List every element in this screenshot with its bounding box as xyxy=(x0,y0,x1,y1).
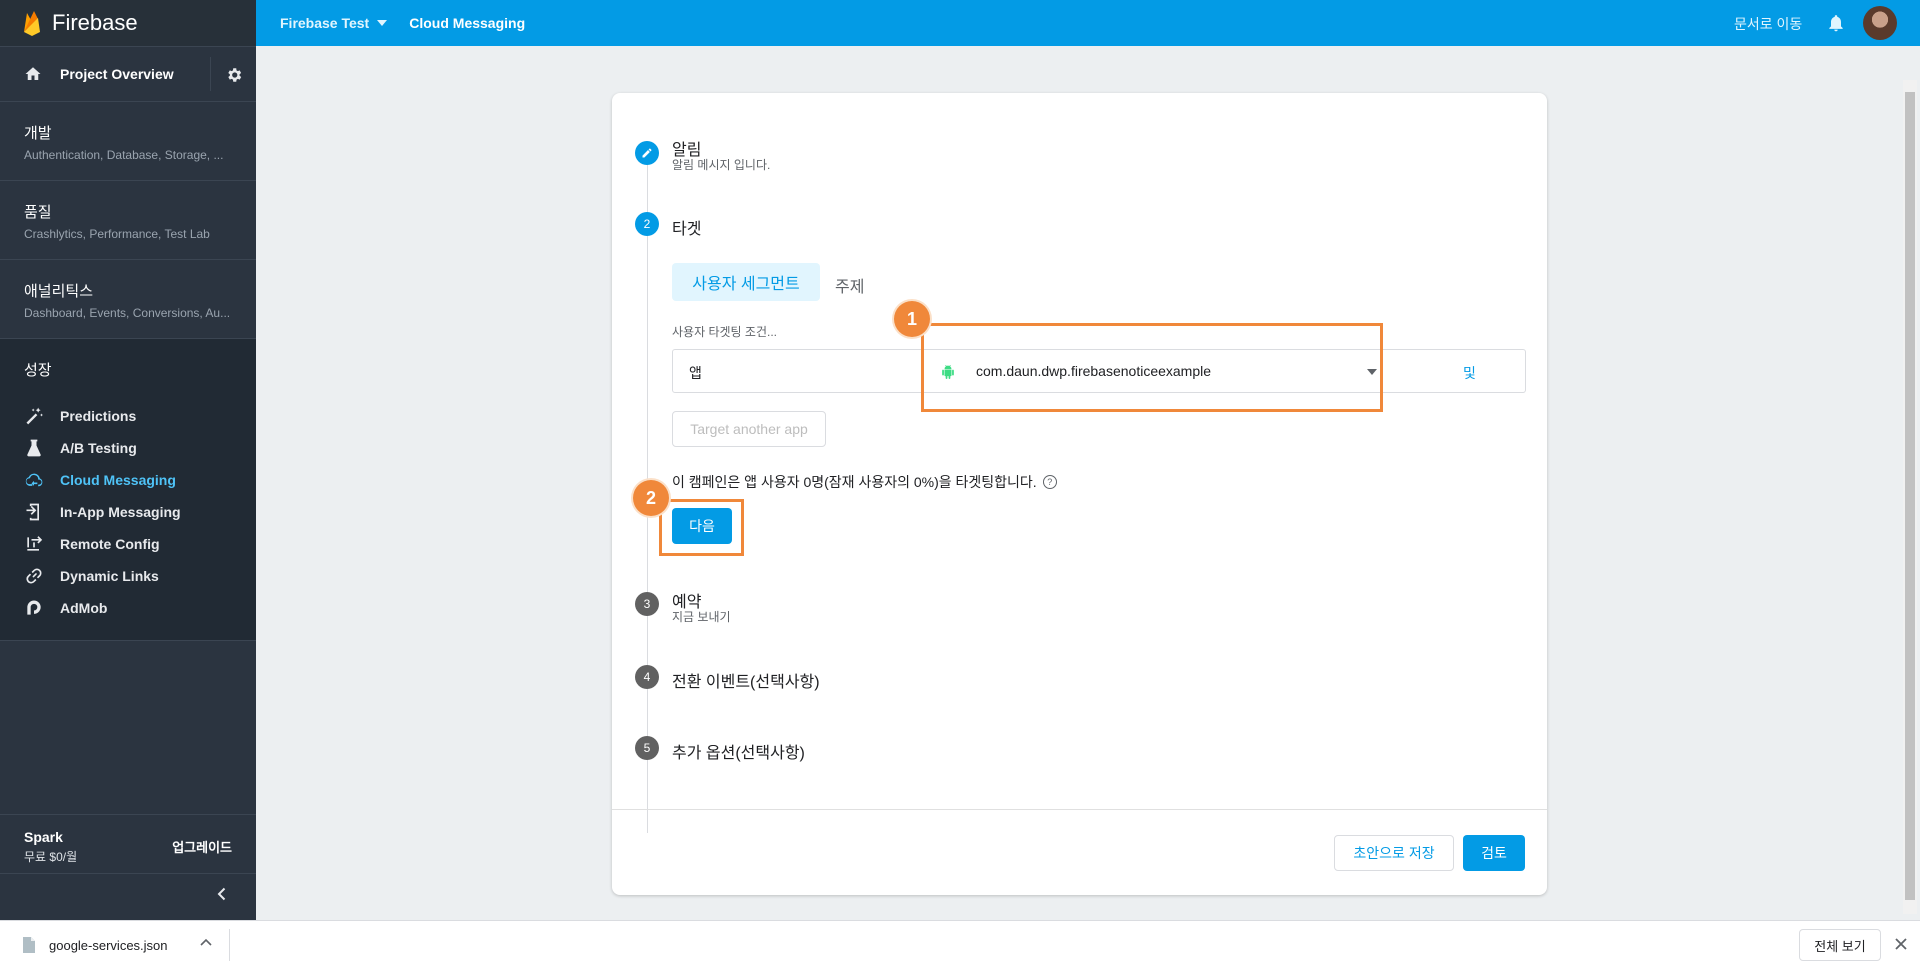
step-2-title: 타겟 xyxy=(672,221,702,238)
separator xyxy=(210,57,211,91)
project-name: Firebase Test xyxy=(280,15,370,31)
gear-icon[interactable] xyxy=(225,66,243,84)
page-title: Cloud Messaging xyxy=(409,15,526,31)
project-overview-label: Project Overview xyxy=(60,66,174,82)
save-draft-button[interactable]: 초안으로 저장 xyxy=(1334,835,1454,871)
sidebar-item-label: Remote Config xyxy=(60,536,160,552)
in-app-message-icon xyxy=(26,503,39,521)
chevron-left-icon[interactable] xyxy=(214,886,230,902)
step-3-number: 3 xyxy=(635,592,659,616)
sidebar-item-label: AdMob xyxy=(60,600,108,616)
avatar[interactable] xyxy=(1863,6,1897,40)
project-overview[interactable]: Project Overview xyxy=(0,46,256,102)
scrollbar-thumb[interactable] xyxy=(1905,92,1915,900)
highlight-app-select xyxy=(921,323,1383,412)
docs-link[interactable]: 문서로 이동 xyxy=(1734,14,1802,34)
annotation-badge-1: 1 xyxy=(894,301,930,337)
pencil-icon xyxy=(642,148,652,158)
help-icon[interactable]: ? xyxy=(1042,475,1057,489)
review-button[interactable]: 검토 xyxy=(1463,835,1525,871)
sidebar-item-label: Dynamic Links xyxy=(60,568,159,584)
targeting-condition-label: 사용자 타겟팅 조건... xyxy=(672,325,777,339)
bell-icon[interactable] xyxy=(1826,13,1846,33)
step-2-number: 2 xyxy=(635,212,659,236)
cloud-sync-icon xyxy=(25,473,43,487)
section-title: 개발 xyxy=(24,125,52,142)
page-scrollbar[interactable] xyxy=(1903,80,1917,914)
admob-icon xyxy=(27,600,41,615)
home-icon xyxy=(25,67,41,80)
sidebar-item-cloud-messaging[interactable]: Cloud Messaging xyxy=(0,464,256,496)
sidebar-item-admob[interactable]: AdMob xyxy=(0,592,256,624)
sidebar-item-ab-testing[interactable]: A/B Testing xyxy=(0,432,256,464)
section-subtitle: Dashboard, Events, Conversions, Au... xyxy=(24,306,231,320)
footer-divider xyxy=(612,809,1547,810)
sidebar-item-in-app-messaging[interactable]: In-App Messaging xyxy=(0,496,256,528)
sidebar-item-remote-config[interactable]: Remote Config xyxy=(0,528,256,560)
sidebar-item-label: Cloud Messaging xyxy=(60,472,176,488)
highlight-next-button xyxy=(659,499,744,556)
link-icon xyxy=(26,568,42,584)
campaign-reach-text: 이 캠페인은 앱 사용자 0명(잠재 사용자의 0%)을 타겟팅합니다. ? xyxy=(672,472,1057,492)
sidebar-item-dynamic-links[interactable]: Dynamic Links xyxy=(0,560,256,592)
section-title: 애널리틱스 xyxy=(24,283,94,300)
step-5-number: 5 xyxy=(635,736,659,760)
step-4-number: 4 xyxy=(635,665,659,689)
campaign-composer-card: 알림 알림 메시지 입니다. 2 타겟 사용자 세그먼트 주제 사용자 타겟팅 … xyxy=(612,93,1547,895)
tab-topic[interactable]: 주제 xyxy=(835,273,864,297)
project-selector[interactable]: Firebase Test xyxy=(280,15,388,31)
sidebar: Firebase Project Overview 개발 Authenticat… xyxy=(0,0,256,920)
section-title: 성장 xyxy=(24,362,52,379)
sidebar-item-label: A/B Testing xyxy=(60,440,137,456)
campaign-reach-label: 이 캠페인은 앱 사용자 0명(잠재 사용자의 0%)을 타겟팅합니다. xyxy=(672,474,1037,490)
firebase-flame-icon xyxy=(24,11,40,36)
sidebar-item-predictions[interactable]: Predictions xyxy=(0,400,256,432)
sidebar-section-analytics[interactable]: 애널리틱스 Dashboard, Events, Conversions, Au… xyxy=(0,260,256,339)
brand-name: Firebase xyxy=(52,10,138,35)
upgrade-button[interactable]: 업그레이드 xyxy=(172,837,232,856)
step-3-subtitle: 지금 보내기 xyxy=(672,610,731,624)
section-subtitle: Authentication, Database, Storage, ... xyxy=(24,148,224,162)
tab-user-segment[interactable]: 사용자 세그먼트 xyxy=(672,263,820,301)
step-1-subtitle: 알림 메시지 입니다. xyxy=(672,158,771,172)
step-1-edit-icon[interactable] xyxy=(635,141,659,165)
firebase-logo[interactable]: Firebase xyxy=(0,0,256,46)
section-subtitle: Crashlytics, Performance, Test Lab xyxy=(24,227,210,241)
file-icon xyxy=(23,937,35,953)
annotation-badge-2: 2 xyxy=(633,480,669,516)
top-bar: Firebase Test Cloud Messaging 문서로 이동 xyxy=(256,0,1920,46)
flask-icon xyxy=(27,439,41,457)
magic-wand-icon xyxy=(26,407,43,425)
and-condition-button[interactable]: 및 xyxy=(1463,363,1476,383)
sidebar-section-quality[interactable]: 품질 Crashlytics, Performance, Test Lab xyxy=(0,181,256,260)
step-4-title[interactable]: 전환 이벤트(선택사항) xyxy=(672,668,820,692)
download-filename[interactable]: google-services.json xyxy=(49,938,168,953)
separator xyxy=(229,929,230,961)
step-5-title[interactable]: 추가 옵션(선택사항) xyxy=(672,739,805,763)
view-all-button[interactable]: 전체 보기 xyxy=(1799,929,1881,961)
condition-field-app[interactable]: 앱 xyxy=(689,363,702,383)
sidebar-item-label: In-App Messaging xyxy=(60,504,181,520)
target-another-app-button[interactable]: Target another app xyxy=(672,411,826,447)
download-bar: google-services.json 전체 보기 xyxy=(0,920,1920,967)
chevron-up-icon[interactable] xyxy=(200,938,212,946)
sidebar-item-label: Predictions xyxy=(60,408,137,424)
section-title: 품질 xyxy=(24,204,52,221)
dropdown-arrow-icon xyxy=(377,20,388,26)
close-icon[interactable] xyxy=(1894,937,1908,951)
plan-info: Spark 무료 $0/월 업그레이드 xyxy=(0,814,256,874)
sidebar-section-develop[interactable]: 개발 Authentication, Database, Storage, ..… xyxy=(0,102,256,181)
remote-config-icon xyxy=(27,536,43,551)
sidebar-section-grow: 성장 Predictions A/B Testing Cloud Messagi… xyxy=(0,339,256,641)
